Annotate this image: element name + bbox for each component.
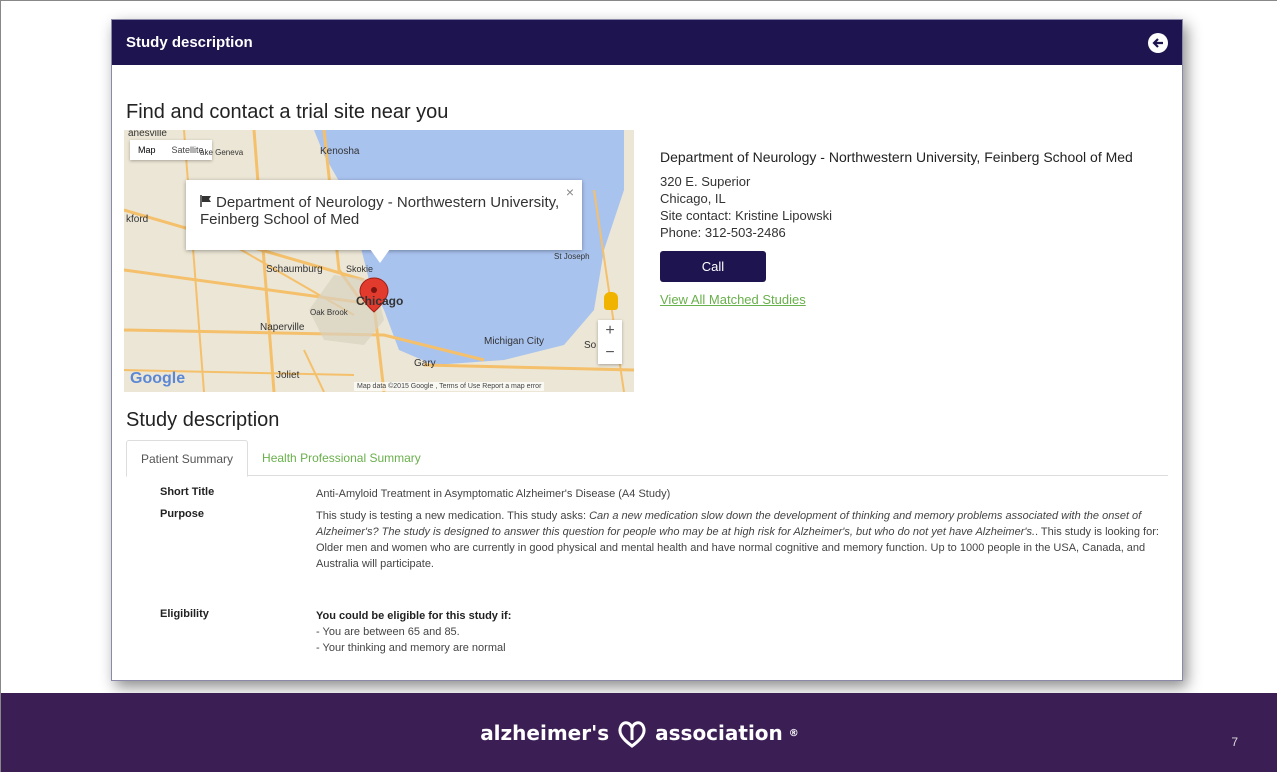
map-label: Skokie [346, 264, 374, 274]
page-number: 7 [1231, 735, 1238, 749]
zoom-out-button[interactable]: − [598, 342, 622, 364]
map-info-window: × Department of Neurology - Northwestern… [186, 180, 582, 250]
map[interactable]: Map Satellite anesville ake Geneva Kenos… [124, 130, 634, 392]
call-button[interactable]: Call [660, 251, 766, 282]
map-label: Naperville [260, 322, 305, 333]
short-title-label: Short Title [160, 486, 215, 498]
map-label: St Joseph [554, 252, 590, 261]
study-details: Short Title Anti-Amyloid Treatment in As… [160, 486, 1160, 662]
logo-text-right: association [655, 721, 783, 745]
google-logo: Google [130, 370, 186, 387]
map-label: Kenosha [320, 146, 360, 157]
short-title-value: Anti-Amyloid Treatment in Asymptomatic A… [316, 488, 671, 500]
detail-row-eligibility: Eligibility You could be eligible for th… [160, 608, 1160, 656]
detail-row-purpose: Purpose This study is testing a new medi… [160, 508, 1160, 572]
purpose-label: Purpose [160, 508, 205, 520]
detail-row-short-title: Short Title Anti-Amyloid Treatment in As… [160, 486, 1160, 502]
slide: Study description Find and contact a tri… [0, 0, 1277, 772]
site-phone: Phone: 312-503-2486 [660, 225, 786, 240]
map-label: Schaumburg [266, 264, 323, 275]
logo-mark-icon [618, 721, 646, 748]
site-contact: Site contact: Kristine Lipowski [660, 208, 832, 223]
purpose-value: This study is testing a new medication. … [316, 508, 1160, 572]
footer-banner: alzheimer's association ® 7 [1, 693, 1277, 772]
street-view-pegman-icon[interactable] [604, 292, 618, 310]
find-site-heading: Find and contact a trial site near you [126, 101, 449, 123]
study-description-heading: Study description [126, 409, 280, 431]
study-window: Study description Find and contact a tri… [111, 19, 1183, 681]
window-title: Study description [126, 34, 253, 51]
zoom-control: + − [598, 320, 622, 364]
tab-patient-summary[interactable]: Patient Summary [126, 440, 249, 477]
map-label: Joliet [276, 370, 300, 381]
window-header: Study description [112, 20, 1182, 65]
map-label: Chicago [356, 294, 404, 308]
info-window-pointer [370, 249, 390, 263]
registered-mark: ® [788, 727, 799, 739]
map-label: anesville [128, 130, 167, 139]
zoom-in-button[interactable]: + [598, 320, 622, 342]
eligibility-label: Eligibility [160, 608, 209, 620]
purpose-text-1: This study is testing a new medication. … [316, 510, 590, 522]
eligibility-item: - You are between 65 and 85. [316, 626, 460, 638]
map-label: ake Geneva [200, 148, 244, 157]
logo-text-left: alzheimer's [480, 721, 610, 745]
summary-tabs: Patient Summary Health Professional Summ… [126, 440, 1168, 477]
map-label: Michigan City [484, 336, 545, 347]
map-type-map-button[interactable]: Map [130, 140, 164, 160]
map-label: Oak Brook [310, 308, 348, 317]
eligibility-value: You could be eligible for this study if:… [316, 608, 1160, 656]
site-details: Department of Neurology - Northwestern U… [660, 150, 1160, 307]
info-window-title: Department of Neurology - Northwestern U… [200, 194, 560, 228]
map-label: Gary [414, 358, 436, 369]
back-arrow-icon[interactable] [1148, 32, 1168, 53]
tab-health-professional-summary[interactable]: Health Professional Summary [248, 440, 435, 476]
site-address: 320 E. Superior [660, 174, 751, 189]
view-all-matched-studies-link[interactable]: View All Matched Studies [660, 292, 1160, 307]
alzheimers-association-logo: alzheimer's association ® [480, 718, 799, 748]
site-name: Department of Neurology - Northwestern U… [660, 149, 1133, 165]
eligibility-item: - Your thinking and memory are normal [316, 642, 506, 654]
eligibility-heading: You could be eligible for this study if: [316, 610, 512, 622]
site-city: Chicago, IL [660, 191, 726, 206]
map-label: kford [126, 214, 149, 225]
close-icon[interactable]: × [566, 184, 574, 201]
flag-icon [200, 194, 212, 211]
map-attribution[interactable]: Map data ©2015 Google , Terms of Use Rep… [354, 382, 545, 391]
